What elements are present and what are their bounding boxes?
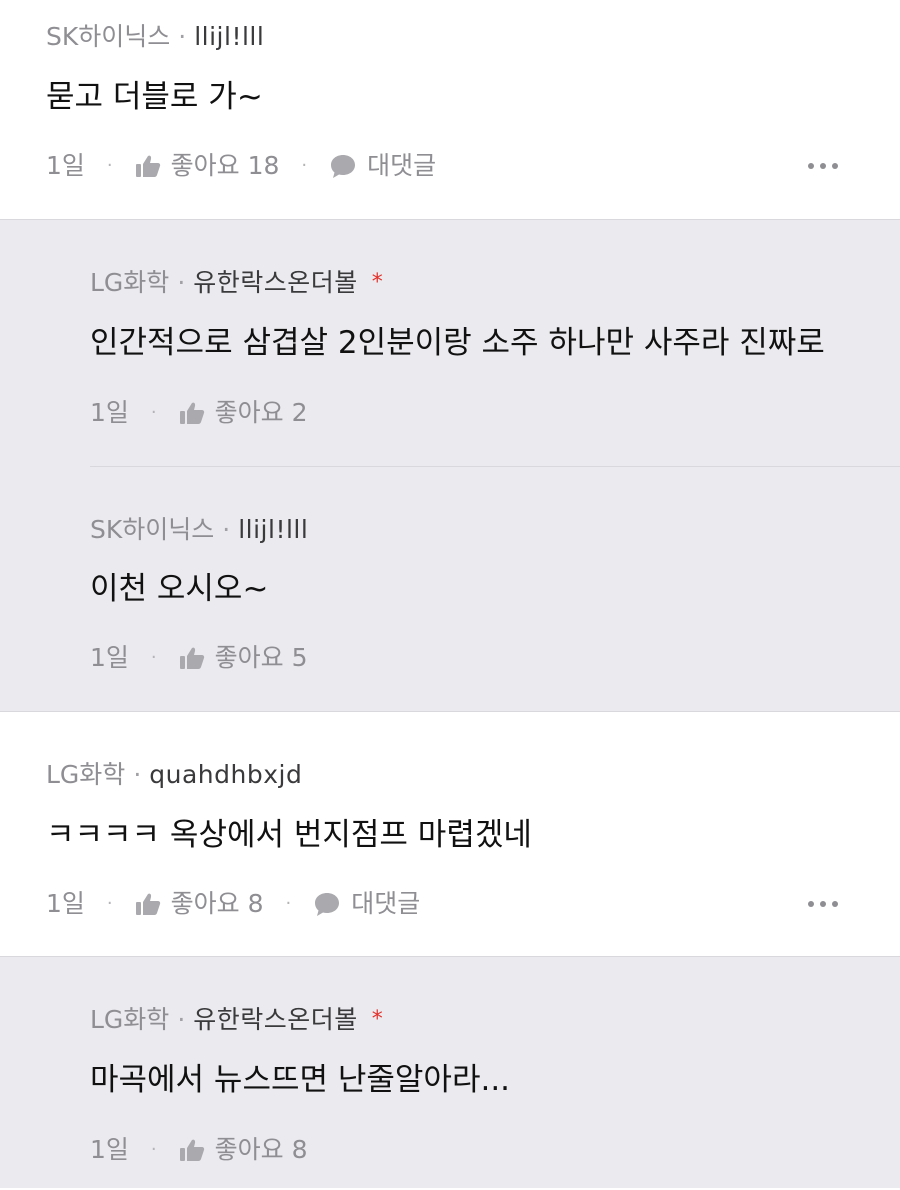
like-count: 좋아요 8 bbox=[214, 1135, 308, 1164]
more-dots-icon[interactable] bbox=[808, 151, 838, 181]
comment-text: 마곡에서 뉴스뜨면 난줄알아라... bbox=[90, 1062, 511, 1098]
separator-dot: · bbox=[150, 647, 157, 668]
comment-time: 1일 bbox=[46, 151, 85, 180]
speech-bubble-icon bbox=[331, 155, 356, 178]
thumbs-up-icon bbox=[135, 893, 160, 915]
like-button[interactable]: 좋아요 18 bbox=[135, 151, 280, 181]
author-nickname: quahdhbxjd bbox=[149, 760, 303, 789]
comment-actions: 1일 · 좋아요 8 · 대댓글 bbox=[46, 889, 420, 919]
comment-thread: LG화학 · quahdhbxjd ㅋㅋㅋㅋ 옥상에서 번지점프 마렵겠네 1일 ·… bbox=[0, 711, 900, 956]
like-count: 좋아요 5 bbox=[214, 643, 308, 672]
separator-dot: · bbox=[106, 893, 113, 914]
thumbs-up-icon bbox=[179, 1139, 204, 1161]
author-group: SK하이닉스 bbox=[46, 22, 171, 51]
comment: LG화학 · quahdhbxjd ㅋㅋㅋㅋ 옥상에서 번지점프 마렵겠네 1일 ·… bbox=[0, 712, 900, 957]
like-count: 좋아요 8 bbox=[170, 889, 264, 918]
speech-bubble-icon bbox=[315, 893, 340, 916]
author-nickname: 유한락스온더볼 bbox=[193, 268, 358, 297]
comment-author[interactable]: LG화학 · 유한락스온더볼 * bbox=[90, 1005, 383, 1035]
author-nickname: 유한락스온더볼 bbox=[193, 1005, 358, 1034]
reply-group: LG화학 · 유한락스온더볼 * 마곡에서 뉴스뜨면 난줄알아라... 1일 · 좋아… bbox=[0, 956, 900, 1188]
reply-comment: LG화학 · 유한락스온더볼 * 인간적으로 삼겹살 2인분이랑 소주 하나만 사주라… bbox=[0, 220, 900, 466]
comment-time: 1일 bbox=[90, 398, 129, 427]
separator-dot: · bbox=[222, 515, 231, 544]
separator-dot: · bbox=[150, 402, 157, 423]
comment: SK하이닉스 · llijl!lll 묻고 더블로 가~ 1일 · 좋아요 18 ·… bbox=[0, 0, 900, 219]
separator-dot: · bbox=[133, 760, 142, 789]
separator-dot: · bbox=[177, 1005, 186, 1034]
comment-actions: 1일 · 좋아요 5 bbox=[90, 643, 308, 673]
reply-label: 대댓글 bbox=[367, 151, 437, 180]
comment-author[interactable]: SK하이닉스 · llijl!lll bbox=[46, 22, 264, 52]
comment-thread: SK하이닉스 · llijl!lll 묻고 더블로 가~ 1일 · 좋아요 18 ·… bbox=[0, 0, 900, 219]
author-group: LG화학 bbox=[46, 760, 126, 789]
thumbs-up-icon bbox=[179, 647, 204, 669]
like-count: 좋아요 2 bbox=[214, 398, 308, 427]
thumbs-up-icon bbox=[179, 402, 204, 424]
reply-button[interactable]: 대댓글 bbox=[313, 889, 420, 919]
comment-author[interactable]: LG화학 · 유한락스온더볼 * bbox=[90, 268, 383, 298]
reply-button[interactable]: 대댓글 bbox=[329, 151, 436, 181]
comment-author[interactable]: SK하이닉스 · llijl!lll bbox=[90, 515, 308, 545]
separator-dot: · bbox=[150, 1139, 157, 1160]
separator-dot: · bbox=[106, 155, 113, 176]
reply-comment: SK하이닉스 · llijl!lll 이천 오시오~ 1일 · 좋아요 5 bbox=[0, 466, 900, 712]
author-group: LG화학 bbox=[90, 268, 170, 297]
author-group: SK하이닉스 bbox=[90, 515, 215, 544]
author-nickname: llijl!lll bbox=[194, 22, 265, 51]
like-button[interactable]: 좋아요 2 bbox=[179, 398, 308, 428]
more-dots-icon[interactable] bbox=[808, 889, 838, 919]
comment-time: 1일 bbox=[90, 1135, 129, 1164]
separator-dot: · bbox=[178, 22, 187, 51]
comment-text: 묻고 더블로 가~ bbox=[46, 79, 263, 115]
comment-actions: 1일 · 좋아요 8 bbox=[90, 1135, 308, 1165]
like-button[interactable]: 좋아요 5 bbox=[179, 643, 308, 673]
author-mark: * bbox=[371, 270, 383, 295]
comment-text: 이천 오시오~ bbox=[90, 571, 269, 607]
comment-time: 1일 bbox=[90, 643, 129, 672]
separator-dot: · bbox=[177, 268, 186, 297]
separator-dot: · bbox=[301, 155, 308, 176]
comment-text: 인간적으로 삼겹살 2인분이랑 소주 하나만 사주라 진짜로 bbox=[90, 325, 825, 361]
reply-label: 대댓글 bbox=[351, 889, 421, 918]
comment-text: ㅋㅋㅋㅋ 옥상에서 번지점프 마렵겠네 bbox=[46, 817, 532, 853]
reply-comment: LG화학 · 유한락스온더볼 * 마곡에서 뉴스뜨면 난줄알아라... 1일 · 좋아… bbox=[0, 957, 900, 1189]
reply-group: LG화학 · 유한락스온더볼 * 인간적으로 삼겹살 2인분이랑 소주 하나만 사주라… bbox=[0, 219, 900, 711]
like-button[interactable]: 좋아요 8 bbox=[179, 1135, 308, 1165]
author-group: LG화학 bbox=[90, 1005, 170, 1034]
separator-dot: · bbox=[285, 893, 292, 914]
comment-time: 1일 bbox=[46, 889, 85, 918]
like-button[interactable]: 좋아요 8 bbox=[135, 889, 264, 919]
comment-actions: 1일 · 좋아요 2 bbox=[90, 398, 308, 428]
comment-actions: 1일 · 좋아요 18 · 대댓글 bbox=[46, 151, 436, 181]
comment-author[interactable]: LG화학 · quahdhbxjd bbox=[46, 760, 302, 790]
author-nickname: llijl!lll bbox=[238, 515, 309, 544]
thumbs-up-icon bbox=[135, 155, 160, 177]
like-count: 좋아요 18 bbox=[170, 151, 280, 180]
author-mark: * bbox=[371, 1007, 383, 1032]
